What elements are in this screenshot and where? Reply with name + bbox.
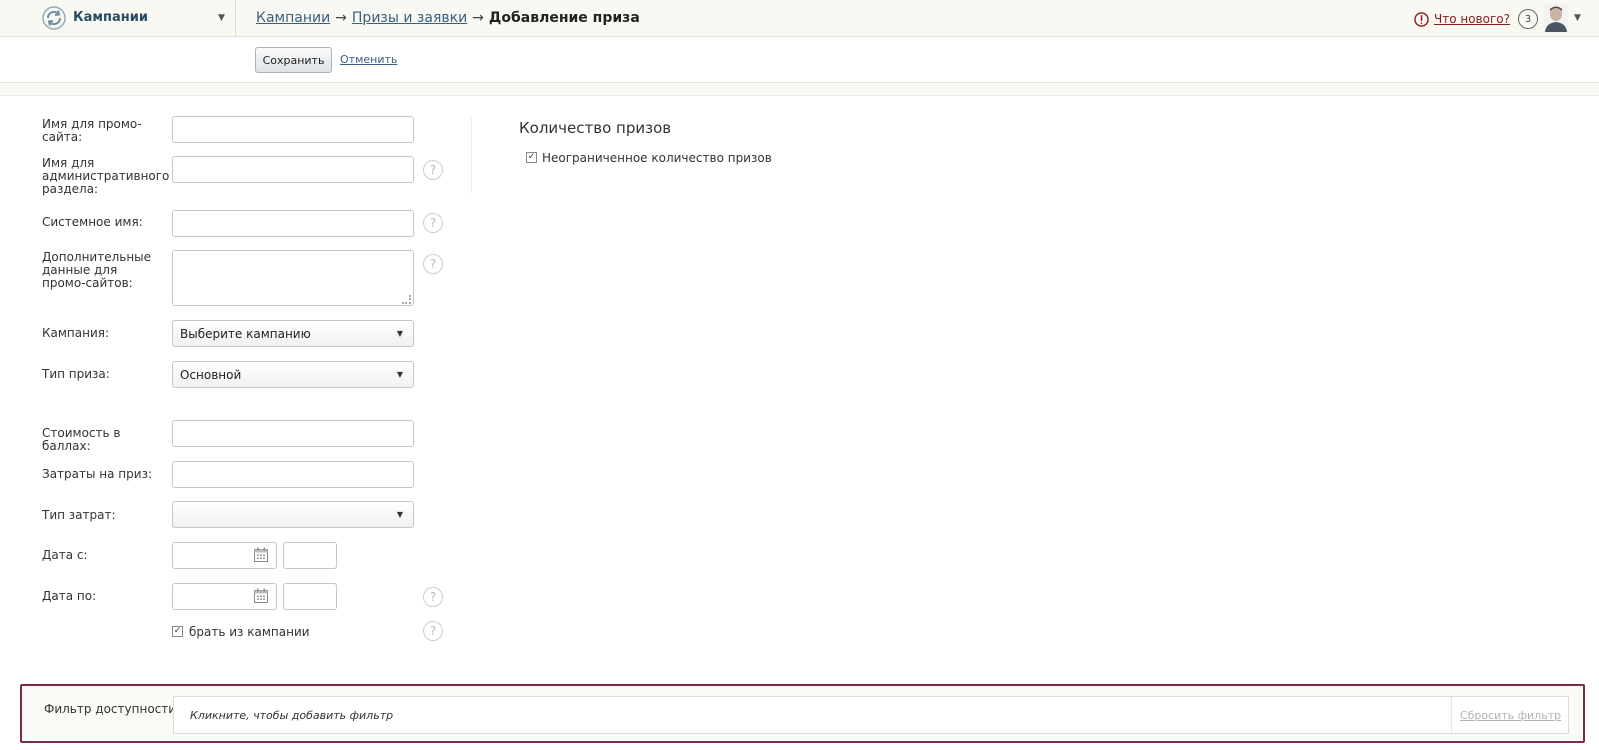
breadcrumb-arrow: → bbox=[472, 10, 484, 26]
chevron-down-icon[interactable]: ▼ bbox=[1574, 13, 1581, 23]
campaign-select[interactable]: Выберите кампанию ▼ bbox=[172, 320, 414, 347]
action-toolbar: Сохранить Отменить bbox=[0, 37, 1599, 83]
help-icon[interactable]: ? bbox=[423, 621, 443, 641]
chevron-down-icon: ▼ bbox=[396, 510, 403, 519]
help-icon[interactable]: ? bbox=[423, 587, 443, 607]
admin-name-label: Имя для административного раздела: bbox=[42, 156, 170, 196]
extra-data-textarea[interactable] bbox=[172, 250, 414, 306]
app-name: Кампании bbox=[73, 10, 148, 25]
admin-name-input[interactable] bbox=[172, 156, 414, 183]
date-from-label: Дата с: bbox=[42, 548, 88, 562]
unlimited-prizes-checkbox[interactable]: ✓ bbox=[526, 152, 537, 163]
help-icon[interactable]: ? bbox=[423, 213, 443, 233]
breadcrumb: Кампании → Призы и заявки → Добавление приза bbox=[256, 10, 640, 26]
filter-label: Фильтр доступности: bbox=[44, 702, 181, 716]
save-button[interactable]: Сохранить bbox=[255, 47, 332, 73]
chevron-down-icon: ▼ bbox=[396, 370, 403, 379]
time-to-input[interactable] bbox=[283, 583, 337, 610]
unlimited-prizes-label: Неограниченное количество призов bbox=[542, 151, 772, 165]
prize-expense-input[interactable] bbox=[172, 461, 414, 488]
filter-add-area[interactable]: Кликните, чтобы добавить фильтр Сбросить… bbox=[173, 696, 1569, 734]
chevron-down-icon: ▼ bbox=[396, 329, 403, 338]
prize-type-select[interactable]: Основной ▼ bbox=[172, 361, 414, 388]
cost-points-label: Стоимость в баллах: bbox=[42, 426, 121, 453]
help-icon[interactable]: ? bbox=[423, 160, 443, 180]
prize-expense-label: Затраты на приз: bbox=[42, 467, 152, 481]
top-bar: Кампании ▼ Кампании → Призы и заявки → Добав… bbox=[0, 0, 1599, 37]
filter-hint: Кликните, чтобы добавить фильтр bbox=[190, 709, 394, 722]
notifications-badge[interactable]: 3 bbox=[1518, 9, 1538, 29]
whats-new-link[interactable]: Что нового? bbox=[1434, 12, 1510, 26]
system-name-label: Системное имя: bbox=[42, 215, 143, 229]
calendar-icon[interactable] bbox=[253, 588, 269, 604]
alert-icon bbox=[1414, 11, 1429, 27]
breadcrumb-link-campaigns[interactable]: Кампании bbox=[256, 10, 330, 26]
avatar[interactable] bbox=[1544, 4, 1568, 32]
campaign-select-value: Выберите кампанию bbox=[180, 327, 311, 341]
help-icon[interactable]: ? bbox=[423, 254, 443, 274]
take-from-campaign-checkbox[interactable]: ✓ bbox=[172, 626, 183, 637]
cancel-link[interactable]: Отменить bbox=[340, 53, 397, 66]
prize-type-select-value: Основной bbox=[180, 368, 242, 382]
breadcrumb-arrow: → bbox=[335, 10, 347, 26]
promo-name-label: Имя для промо-сайта: bbox=[42, 117, 142, 144]
date-to-label: Дата по: bbox=[42, 589, 97, 603]
cost-points-input[interactable] bbox=[172, 420, 414, 447]
take-from-campaign-label: брать из кампании bbox=[189, 625, 310, 639]
breadcrumb-link-prizes[interactable]: Призы и заявки bbox=[352, 10, 467, 26]
toolbar-divider bbox=[0, 83, 1599, 96]
refresh-logo-icon bbox=[42, 6, 66, 30]
page-title: Добавление приза bbox=[488, 10, 640, 26]
prize-type-label: Тип приза: bbox=[42, 367, 110, 381]
calendar-icon[interactable] bbox=[253, 547, 269, 563]
time-from-input[interactable] bbox=[283, 542, 337, 569]
chevron-down-icon[interactable]: ▼ bbox=[218, 13, 225, 23]
promo-name-input[interactable] bbox=[172, 116, 414, 143]
availability-filter: Фильтр доступности: Кликните, чтобы доба… bbox=[20, 684, 1585, 743]
campaign-label: Кампания: bbox=[42, 326, 110, 340]
expense-type-label: Тип затрат: bbox=[42, 508, 116, 522]
whats-new: Что нового? 3 bbox=[1414, 9, 1538, 29]
column-divider bbox=[471, 117, 472, 193]
app-switcher[interactable]: Кампании ▼ bbox=[0, 0, 236, 37]
extra-data-label: Дополнительные данные для промо-сайтов: bbox=[42, 250, 152, 290]
expense-type-select[interactable]: ▼ bbox=[172, 501, 414, 528]
reset-filter-link[interactable]: Сбросить фильтр bbox=[1451, 697, 1569, 733]
resize-handle[interactable] bbox=[402, 295, 411, 304]
prizes-count-title: Количество призов bbox=[519, 119, 672, 137]
system-name-input[interactable] bbox=[172, 210, 414, 237]
